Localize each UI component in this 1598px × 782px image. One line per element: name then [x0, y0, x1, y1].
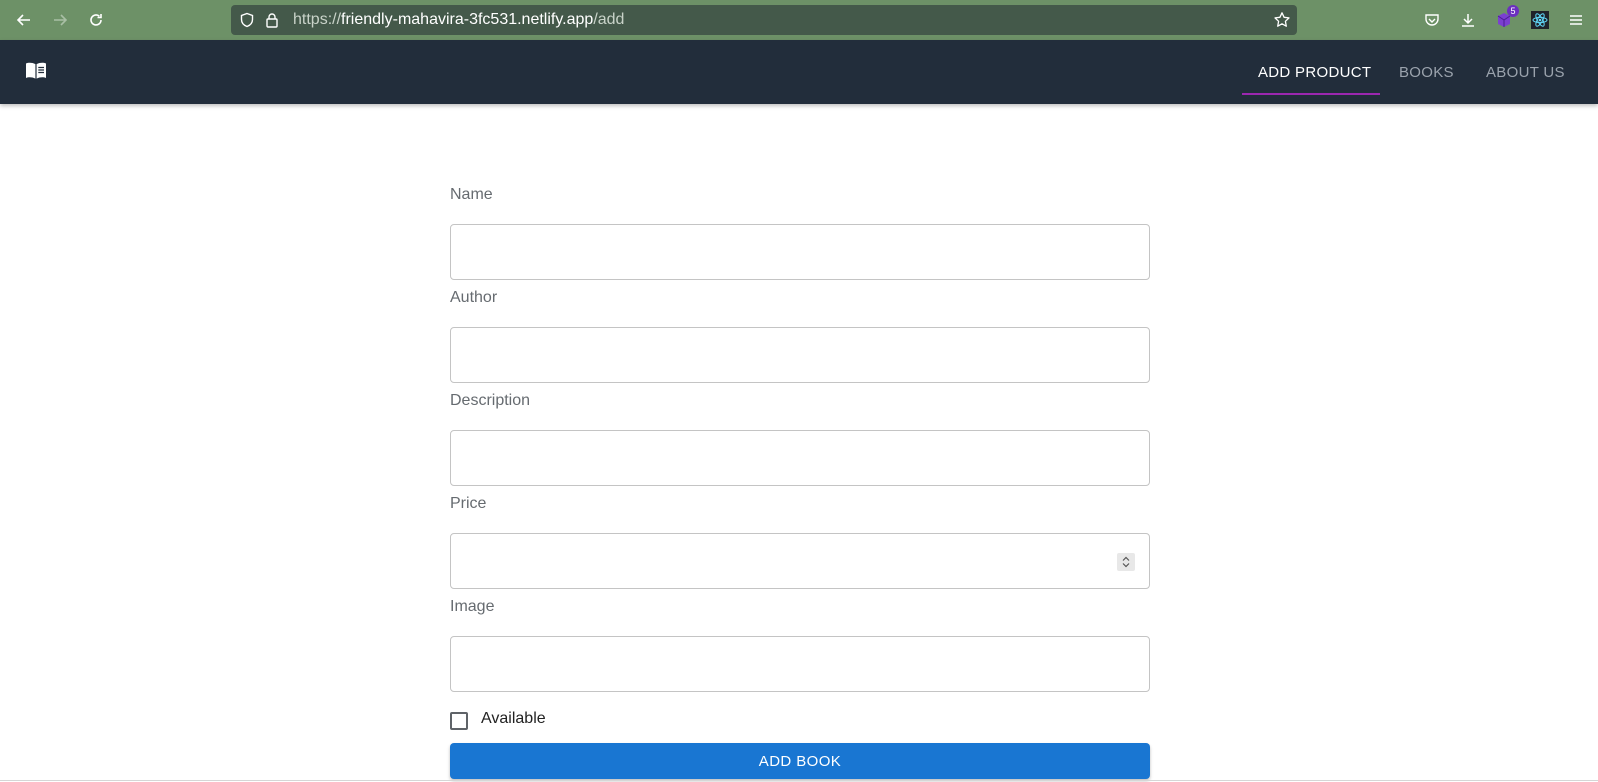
- active-tab-indicator: [1242, 93, 1380, 95]
- browser-toolbar: https://friendly-mahavira-3fc531.netlify…: [0, 0, 1598, 40]
- back-arrow-icon: [16, 14, 30, 26]
- author-label: Author: [450, 289, 498, 306]
- price-label: Price: [450, 495, 487, 512]
- reload-button[interactable]: [85, 9, 107, 31]
- available-checkbox[interactable]: [450, 712, 468, 730]
- address-bar[interactable]: https://friendly-mahavira-3fc531.netlify…: [231, 5, 1297, 35]
- downloads-button[interactable]: [1457, 9, 1479, 31]
- name-input[interactable]: [450, 224, 1150, 280]
- back-button[interactable]: [13, 9, 35, 31]
- lock-icon[interactable]: [265, 12, 279, 28]
- tab-books[interactable]: BOOKS: [1399, 40, 1454, 104]
- react-icon: [1531, 11, 1549, 29]
- description-label: Description: [450, 392, 531, 409]
- extension-button[interactable]: 5: [1493, 5, 1519, 31]
- bookmark-star-icon[interactable]: [1273, 11, 1291, 29]
- image-label: Image: [450, 598, 495, 615]
- extension-badge: 5: [1507, 5, 1519, 17]
- reload-icon: [90, 14, 102, 26]
- description-input[interactable]: [450, 430, 1150, 486]
- react-devtools-button[interactable]: [1529, 9, 1551, 31]
- app-header: ADD PRODUCT BOOKS ABOUT US: [0, 40, 1598, 104]
- url-scheme: https://: [293, 11, 342, 28]
- url-host: friendly-mahavira-3fc531.netlify.app: [341, 11, 594, 28]
- viewport-bottom-divider: [0, 780, 1598, 781]
- book-logo-icon[interactable]: [24, 59, 48, 83]
- hamburger-menu-icon: [1570, 15, 1582, 25]
- author-input[interactable]: [450, 327, 1150, 383]
- download-icon: [1462, 14, 1474, 27]
- menu-button[interactable]: [1565, 9, 1587, 31]
- forward-button[interactable]: [49, 9, 71, 31]
- add-book-button[interactable]: ADD BOOK: [450, 743, 1150, 779]
- url-path: /add: [593, 11, 625, 28]
- available-label: Available: [481, 710, 546, 727]
- image-input[interactable]: [450, 636, 1150, 692]
- price-input[interactable]: [450, 533, 1150, 589]
- name-label: Name: [450, 186, 493, 203]
- forward-arrow-icon: [54, 14, 68, 26]
- tab-about-us[interactable]: ABOUT US: [1486, 40, 1565, 104]
- shield-icon[interactable]: [239, 12, 255, 28]
- price-stepper[interactable]: [1117, 553, 1135, 571]
- pocket-button[interactable]: [1421, 9, 1443, 31]
- url-text[interactable]: https://friendly-mahavira-3fc531.netlify…: [293, 11, 624, 29]
- stepper-arrows-icon: [1122, 556, 1130, 568]
- pocket-icon: [1425, 14, 1439, 26]
